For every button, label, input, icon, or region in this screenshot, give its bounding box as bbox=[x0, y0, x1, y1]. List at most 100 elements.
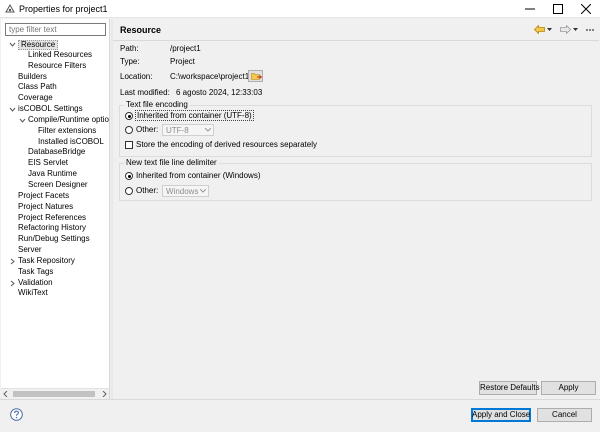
tree-item-compile-runtime-option[interactable]: Compile/Runtime option bbox=[1, 115, 109, 126]
forward-dropdown-icon[interactable] bbox=[573, 28, 578, 31]
chevron-down-icon[interactable] bbox=[19, 117, 26, 124]
encoding-other-label[interactable]: Other: bbox=[136, 125, 158, 134]
encoding-inherited-label[interactable]: Inherited from container (UTF-8) bbox=[135, 110, 254, 121]
horizontal-scrollbar[interactable] bbox=[1, 388, 109, 399]
last-modified-value: 6 agosto 2024, 12:33:03 bbox=[176, 88, 263, 97]
tree-item-label: isCOBOL Settings bbox=[18, 104, 83, 114]
tree-item-label: Linked Resources bbox=[28, 49, 93, 59]
maximize-button[interactable] bbox=[544, 0, 572, 18]
location-value: C:\workspace\project1 bbox=[170, 72, 250, 81]
last-modified-label: Last modified: bbox=[120, 88, 170, 97]
scroll-left-icon[interactable] bbox=[3, 391, 9, 397]
window-title: Properties for project1 bbox=[19, 4, 108, 14]
maximize-icon bbox=[553, 4, 563, 14]
tree-item-label: Server bbox=[18, 245, 42, 255]
folder-arrow-icon bbox=[251, 73, 262, 80]
tree-item-label: Builders bbox=[18, 71, 47, 81]
delimiter-group: New text file line delimiter Inherited f… bbox=[119, 158, 592, 201]
tree-item-label: Validation bbox=[18, 277, 53, 287]
tree-item-label: Refactoring History bbox=[18, 223, 87, 233]
tree-item-label: Coverage bbox=[18, 93, 53, 103]
tree-item-class-path[interactable]: Class Path bbox=[1, 82, 109, 93]
delimiter-other-label[interactable]: Other: bbox=[136, 186, 158, 195]
store-encoding-checkbox[interactable] bbox=[125, 141, 133, 149]
tree-item-label: Project Natures bbox=[18, 201, 74, 211]
tree-item-installed-iscobol[interactable]: Installed isCOBOL bbox=[1, 137, 109, 148]
tree-item-builders[interactable]: Builders bbox=[1, 72, 109, 83]
tree-item-java-runtime[interactable]: Java Runtime bbox=[1, 169, 109, 180]
restore-defaults-button[interactable]: Restore Defaults bbox=[479, 381, 540, 395]
tree-item-label: DatabaseBridge bbox=[28, 147, 86, 157]
tree-item-label: Project Facets bbox=[18, 190, 70, 200]
chevron-down-icon[interactable] bbox=[9, 41, 16, 48]
title-bar: Properties for project1 bbox=[0, 0, 600, 18]
delimiter-other-select[interactable]: Windows bbox=[162, 185, 209, 197]
tree-item-validation[interactable]: Validation bbox=[1, 278, 109, 289]
tree-item-screen-designer[interactable]: Screen Designer bbox=[1, 180, 109, 191]
dialog-separator bbox=[0, 399, 600, 400]
type-label: Type: bbox=[120, 57, 140, 66]
tree-item-label: Project References bbox=[18, 212, 87, 222]
chevron-down-icon[interactable] bbox=[9, 106, 16, 113]
tree-item-label: Filter extensions bbox=[38, 125, 97, 135]
forward-arrow-icon[interactable] bbox=[560, 25, 571, 34]
back-dropdown-icon[interactable] bbox=[547, 28, 552, 31]
chevron-right-icon[interactable] bbox=[9, 280, 16, 287]
tree-item-label: Run/Debug Settings bbox=[18, 234, 90, 244]
location-label: Location: bbox=[120, 72, 153, 81]
filter-input[interactable] bbox=[5, 23, 106, 36]
tree-item-resource[interactable]: Resource bbox=[1, 39, 109, 50]
tree-item-coverage[interactable]: Coverage bbox=[1, 93, 109, 104]
close-icon bbox=[581, 4, 591, 14]
tree-item-label: Resource bbox=[18, 40, 59, 50]
encoding-other-radio[interactable] bbox=[125, 126, 133, 134]
tree-item-linked-resources[interactable]: Linked Resources bbox=[1, 50, 109, 61]
tree-item-resource-filters[interactable]: Resource Filters bbox=[1, 61, 109, 72]
tree-item-refactoring-history[interactable]: Refactoring History bbox=[1, 223, 109, 234]
delimiter-inherited-radio[interactable] bbox=[125, 172, 133, 180]
property-tree: Resource Linked Resources Resource Filters… bbox=[1, 39, 109, 299]
cancel-button[interactable]: Cancel bbox=[537, 408, 592, 422]
show-in-explorer-button[interactable] bbox=[248, 70, 263, 82]
tree-item-eis-servlet[interactable]: EIS Servlet bbox=[1, 158, 109, 169]
encoding-other-value: UTF-8 bbox=[166, 126, 189, 135]
back-arrow-icon[interactable] bbox=[534, 25, 545, 34]
tree-item-task-repository[interactable]: Task Repository bbox=[1, 256, 109, 267]
tree-item-task-tags[interactable]: Task Tags bbox=[1, 267, 109, 278]
tree-item-label: Compile/Runtime option bbox=[28, 114, 109, 124]
tree-item-run-debug-settings[interactable]: Run/Debug Settings bbox=[1, 234, 109, 245]
tree-item-wikitext[interactable]: WikiText bbox=[1, 288, 109, 299]
tree-item-project-facets[interactable]: Project Facets bbox=[1, 191, 109, 202]
delimiter-other-value: Windows bbox=[166, 187, 199, 196]
path-value: /project1 bbox=[170, 44, 201, 53]
tree-item-iscobol-settings[interactable]: isCOBOL Settings bbox=[1, 104, 109, 115]
delimiter-inherited-label[interactable]: Inherited from container (Windows) bbox=[136, 171, 261, 180]
apply-and-close-button[interactable]: Apply and Close bbox=[471, 408, 531, 422]
tree-item-label: Resource Filters bbox=[28, 60, 87, 70]
encoding-group: Text file encoding Inherited from contai… bbox=[119, 100, 592, 157]
encoding-other-select[interactable]: UTF-8 bbox=[162, 124, 214, 136]
chevron-down-icon bbox=[200, 189, 206, 193]
chevron-right-icon[interactable] bbox=[9, 258, 16, 265]
tree-item-project-natures[interactable]: Project Natures bbox=[1, 202, 109, 213]
tree-item-server[interactable]: Server bbox=[1, 245, 109, 256]
store-encoding-label[interactable]: Store the encoding of derived resources … bbox=[136, 140, 317, 149]
help-icon[interactable] bbox=[10, 408, 23, 421]
encoding-inherited-radio[interactable] bbox=[125, 112, 133, 120]
view-menu-icon[interactable] bbox=[586, 27, 594, 33]
tree-item-project-references[interactable]: Project References bbox=[1, 213, 109, 224]
minimize-button[interactable] bbox=[516, 0, 544, 18]
tree-item-label: Screen Designer bbox=[28, 179, 88, 189]
tree-item-filter-extensions[interactable]: Filter extensions bbox=[1, 126, 109, 137]
tree-item-label: WikiText bbox=[18, 288, 48, 298]
close-button[interactable] bbox=[572, 0, 600, 18]
navigation-pane: ResourceLinked ResourcesResource Filters… bbox=[1, 19, 110, 399]
scroll-right-icon[interactable] bbox=[101, 391, 107, 397]
delimiter-other-radio[interactable] bbox=[125, 187, 133, 195]
apply-button[interactable]: Apply bbox=[541, 381, 596, 395]
tree-item-databasebridge[interactable]: DatabaseBridge bbox=[1, 147, 109, 158]
tree-item-label: Java Runtime bbox=[28, 169, 77, 179]
tree-item-label: Task Tags bbox=[18, 266, 54, 276]
chevron-down-icon bbox=[205, 128, 211, 132]
scrollbar-thumb[interactable] bbox=[13, 391, 95, 397]
